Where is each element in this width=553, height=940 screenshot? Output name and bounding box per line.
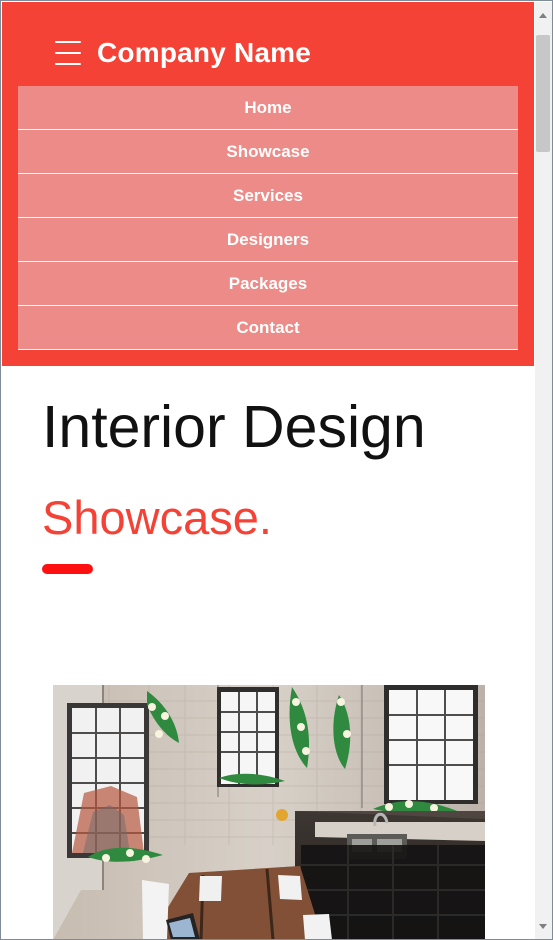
nav-item-home[interactable]: Home (18, 86, 518, 130)
brand: Company Name (55, 35, 311, 71)
showcase-photo (53, 685, 485, 939)
main-navigation: Home Showcase Services Designers Package… (18, 86, 518, 350)
accent-bar (42, 564, 93, 574)
nav-item-designers[interactable]: Designers (18, 218, 518, 262)
nav-item-contact[interactable]: Contact (18, 306, 518, 350)
page-title: Interior Design (42, 394, 426, 460)
site-header: Company Name Home Showcase Services Desi… (2, 2, 534, 366)
hamburger-menu-icon[interactable] (55, 41, 81, 65)
nav-item-services[interactable]: Services (18, 174, 518, 218)
scroll-up-icon[interactable] (539, 13, 547, 18)
page-subtitle: Showcase. (42, 491, 272, 544)
menu-line (55, 52, 81, 54)
menu-line (55, 63, 81, 65)
company-name[interactable]: Company Name (97, 35, 311, 71)
browser-viewport: Company Name Home Showcase Services Desi… (0, 0, 553, 940)
nav-item-showcase[interactable]: Showcase (18, 130, 518, 174)
vertical-scrollbar[interactable] (535, 2, 552, 939)
scroll-thumb[interactable] (536, 35, 550, 152)
scroll-down-icon[interactable] (539, 924, 547, 929)
nav-item-packages[interactable]: Packages (18, 262, 518, 306)
menu-line (55, 41, 81, 43)
page: Company Name Home Showcase Services Desi… (2, 2, 534, 939)
